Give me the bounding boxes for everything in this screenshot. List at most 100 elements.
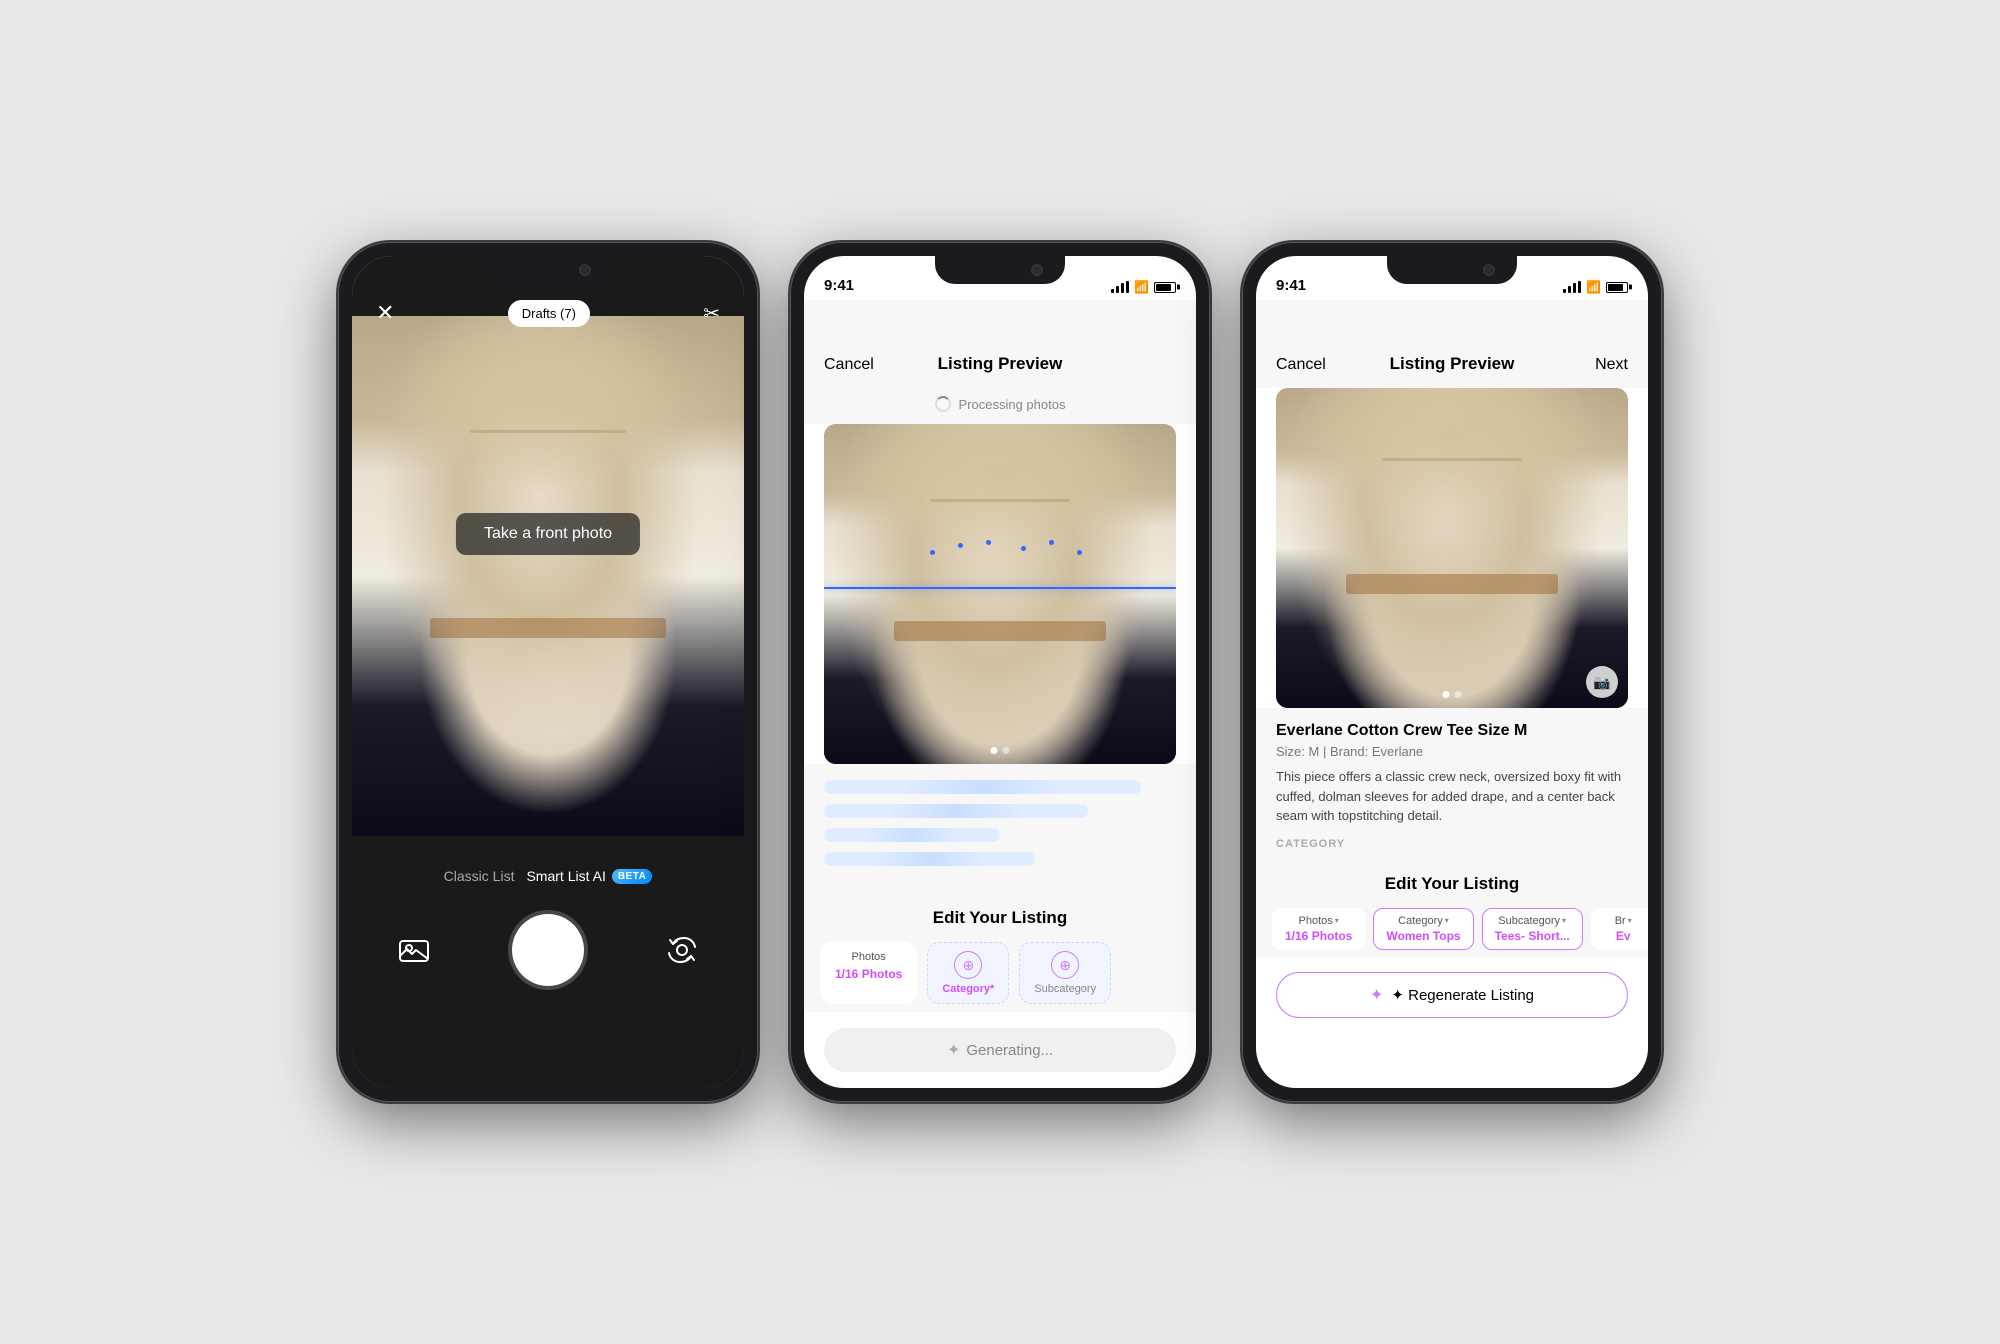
photo-person	[352, 316, 744, 836]
scan-dot	[958, 543, 963, 548]
processing-spinner	[935, 396, 951, 412]
photos-tab[interactable]: Photos 1/16 Photos	[820, 942, 917, 1004]
skeleton-line	[824, 804, 1088, 818]
smart-list-ai-button[interactable]: Smart List AI BETA	[526, 868, 652, 884]
belt-hint	[430, 618, 665, 638]
scan-dot	[930, 550, 935, 555]
camera-edit-icon[interactable]: 📷	[1586, 666, 1618, 698]
generating-button: ✦ Generating...	[824, 1028, 1176, 1072]
notch-camera	[1031, 264, 1043, 276]
photos-tab-value: 1/16 Photos	[1285, 929, 1352, 943]
shutter-button[interactable]	[512, 914, 584, 986]
listing-photo	[824, 424, 1176, 764]
notch-camera	[579, 264, 591, 276]
notch	[483, 256, 613, 284]
photo-dots-indicator	[1443, 691, 1462, 698]
photos-tab-value: 1/16 Photos	[835, 967, 902, 981]
necklace-hint	[470, 430, 627, 433]
close-button[interactable]: ✕	[376, 300, 394, 326]
subcategory-icon: ⊕	[1051, 951, 1079, 979]
notch	[935, 256, 1065, 284]
regenerate-button[interactable]: ✦ ✦ Regenerate Listing	[1276, 972, 1628, 1018]
classic-list-label[interactable]: Classic List	[444, 868, 515, 884]
page-title: Listing Preview	[938, 354, 1063, 374]
dot-2	[1455, 691, 1462, 698]
category-section-label: CATEGORY	[1276, 838, 1628, 850]
skeleton-line	[824, 828, 1000, 842]
notch	[1387, 256, 1517, 284]
status-icons: 📶	[1563, 280, 1628, 294]
belt	[894, 621, 1105, 641]
belt	[1346, 574, 1557, 594]
drafts-button[interactable]: Drafts (7)	[508, 300, 590, 327]
notch-camera	[1483, 264, 1495, 276]
scan-dot	[1049, 540, 1054, 545]
skeleton-loading	[804, 764, 1196, 892]
next-button[interactable]: Next	[1595, 356, 1628, 374]
beta-badge: BETA	[612, 869, 652, 884]
processing-text: Processing photos	[959, 397, 1066, 412]
phone-processing-screen: 9:41 📶 Cancel Listing Pr	[804, 256, 1196, 1088]
listing-photo	[1276, 388, 1628, 708]
dot-1	[991, 747, 998, 754]
wifi-icon: 📶	[1586, 280, 1601, 294]
listing-info: Everlane Cotton Crew Tee Size M Size: M …	[1256, 708, 1648, 858]
brand-tab[interactable]: Br ▾ Ev	[1591, 908, 1648, 950]
listing-header: Cancel Listing Preview	[804, 300, 1196, 388]
category-tab-top: Category ▾	[1398, 915, 1449, 927]
phone-complete: 9:41 📶 Cancel Listing Pr	[1242, 242, 1662, 1102]
cancel-button[interactable]: Cancel	[824, 356, 874, 374]
listing-photo-area	[824, 424, 1176, 764]
wifi-icon: 📶	[1134, 280, 1149, 294]
take-front-photo-overlay: Take a front photo	[456, 513, 640, 555]
brand-tab-top: Br ▾	[1615, 915, 1632, 927]
brand-tab-value: Ev	[1616, 929, 1631, 943]
edit-listing-title: Edit Your Listing	[804, 908, 1196, 928]
category-tab[interactable]: ⊕ Category*	[927, 942, 1009, 1004]
dot-2	[1003, 747, 1010, 754]
phone-processing: 9:41 📶 Cancel Listing Pr	[790, 242, 1210, 1102]
listing-photo-area: 📷	[1276, 388, 1628, 708]
camera-background: ✕ Drafts (7) ✂ Take a front photo	[352, 256, 744, 1088]
dot-1	[1443, 691, 1450, 698]
subcategory-tab[interactable]: ⊕ Subcategory	[1019, 942, 1111, 1004]
edit-tabs: Photos 1/16 Photos ⊕ Category* ⊕ Subcate…	[804, 942, 1196, 1004]
camera-bottom: Classic List Smart List AI BETA	[352, 848, 744, 1088]
cancel-button[interactable]: Cancel	[1276, 356, 1326, 374]
subcategory-tab-value: Tees- Short...	[1495, 929, 1570, 943]
subcategory-tab-top: Subcategory ▾	[1498, 915, 1566, 927]
necklace	[1382, 458, 1523, 461]
scan-dot	[986, 540, 991, 545]
status-icons: 📶	[1111, 280, 1176, 294]
skeleton-line	[824, 780, 1141, 794]
phone-camera: ✕ Drafts (7) ✂ Take a front photo	[338, 242, 758, 1102]
listing-title: Everlane Cotton Crew Tee Size M	[1276, 722, 1628, 740]
photos-tab[interactable]: Photos ▾ 1/16 Photos	[1272, 908, 1365, 950]
phones-container: ✕ Drafts (7) ✂ Take a front photo	[0, 0, 2000, 1344]
edit-listing-section: Edit Your Listing Photos 1/16 Photos ⊕ C…	[804, 892, 1196, 1012]
subcategory-tab[interactable]: Subcategory ▾ Tees- Short...	[1482, 908, 1583, 950]
camera-controls	[352, 914, 744, 986]
edit-listing-section: Edit Your Listing Photos ▾ 1/16 Photos C…	[1256, 858, 1648, 958]
scan-line	[824, 587, 1176, 589]
chevron-down-icon: ▾	[1628, 916, 1632, 925]
listing-description: This piece offers a classic crew neck, o…	[1276, 767, 1628, 826]
category-icon: ⊕	[954, 951, 982, 979]
chevron-down-icon: ▾	[1562, 916, 1566, 925]
generating-label: Generating...	[966, 1042, 1053, 1059]
phone-complete-screen: 9:41 📶 Cancel Listing Pr	[1256, 256, 1648, 1088]
listing-meta: Size: M | Brand: Everlane	[1276, 744, 1628, 759]
chevron-down-icon: ▾	[1445, 916, 1449, 925]
scissors-icon[interactable]: ✂	[703, 301, 720, 326]
camera-preview	[352, 316, 744, 836]
gallery-button[interactable]	[392, 928, 436, 972]
page-title: Listing Preview	[1390, 354, 1515, 374]
regenerate-icon: ✦	[1370, 985, 1383, 1005]
status-time: 9:41	[1276, 277, 1306, 294]
edit-listing-title: Edit Your Listing	[1256, 874, 1648, 894]
category-tab-value: Women Tops	[1386, 929, 1460, 943]
signal-icon	[1563, 281, 1581, 293]
category-tab[interactable]: Category ▾ Women Tops	[1373, 908, 1473, 950]
status-time: 9:41	[824, 277, 854, 294]
flip-camera-button[interactable]	[660, 928, 704, 972]
